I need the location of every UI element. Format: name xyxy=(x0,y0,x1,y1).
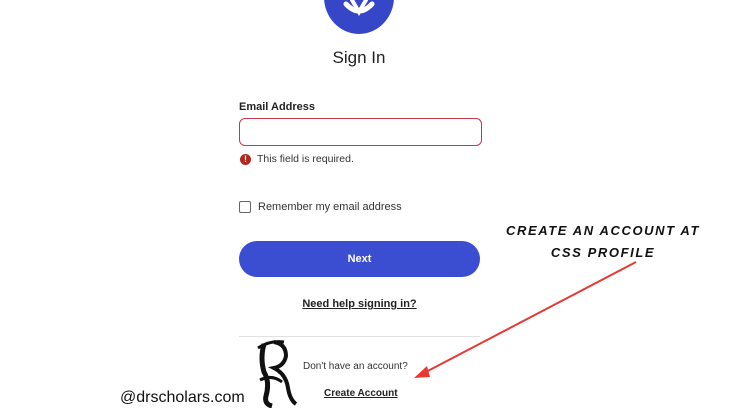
annotation-arrow xyxy=(414,261,637,378)
